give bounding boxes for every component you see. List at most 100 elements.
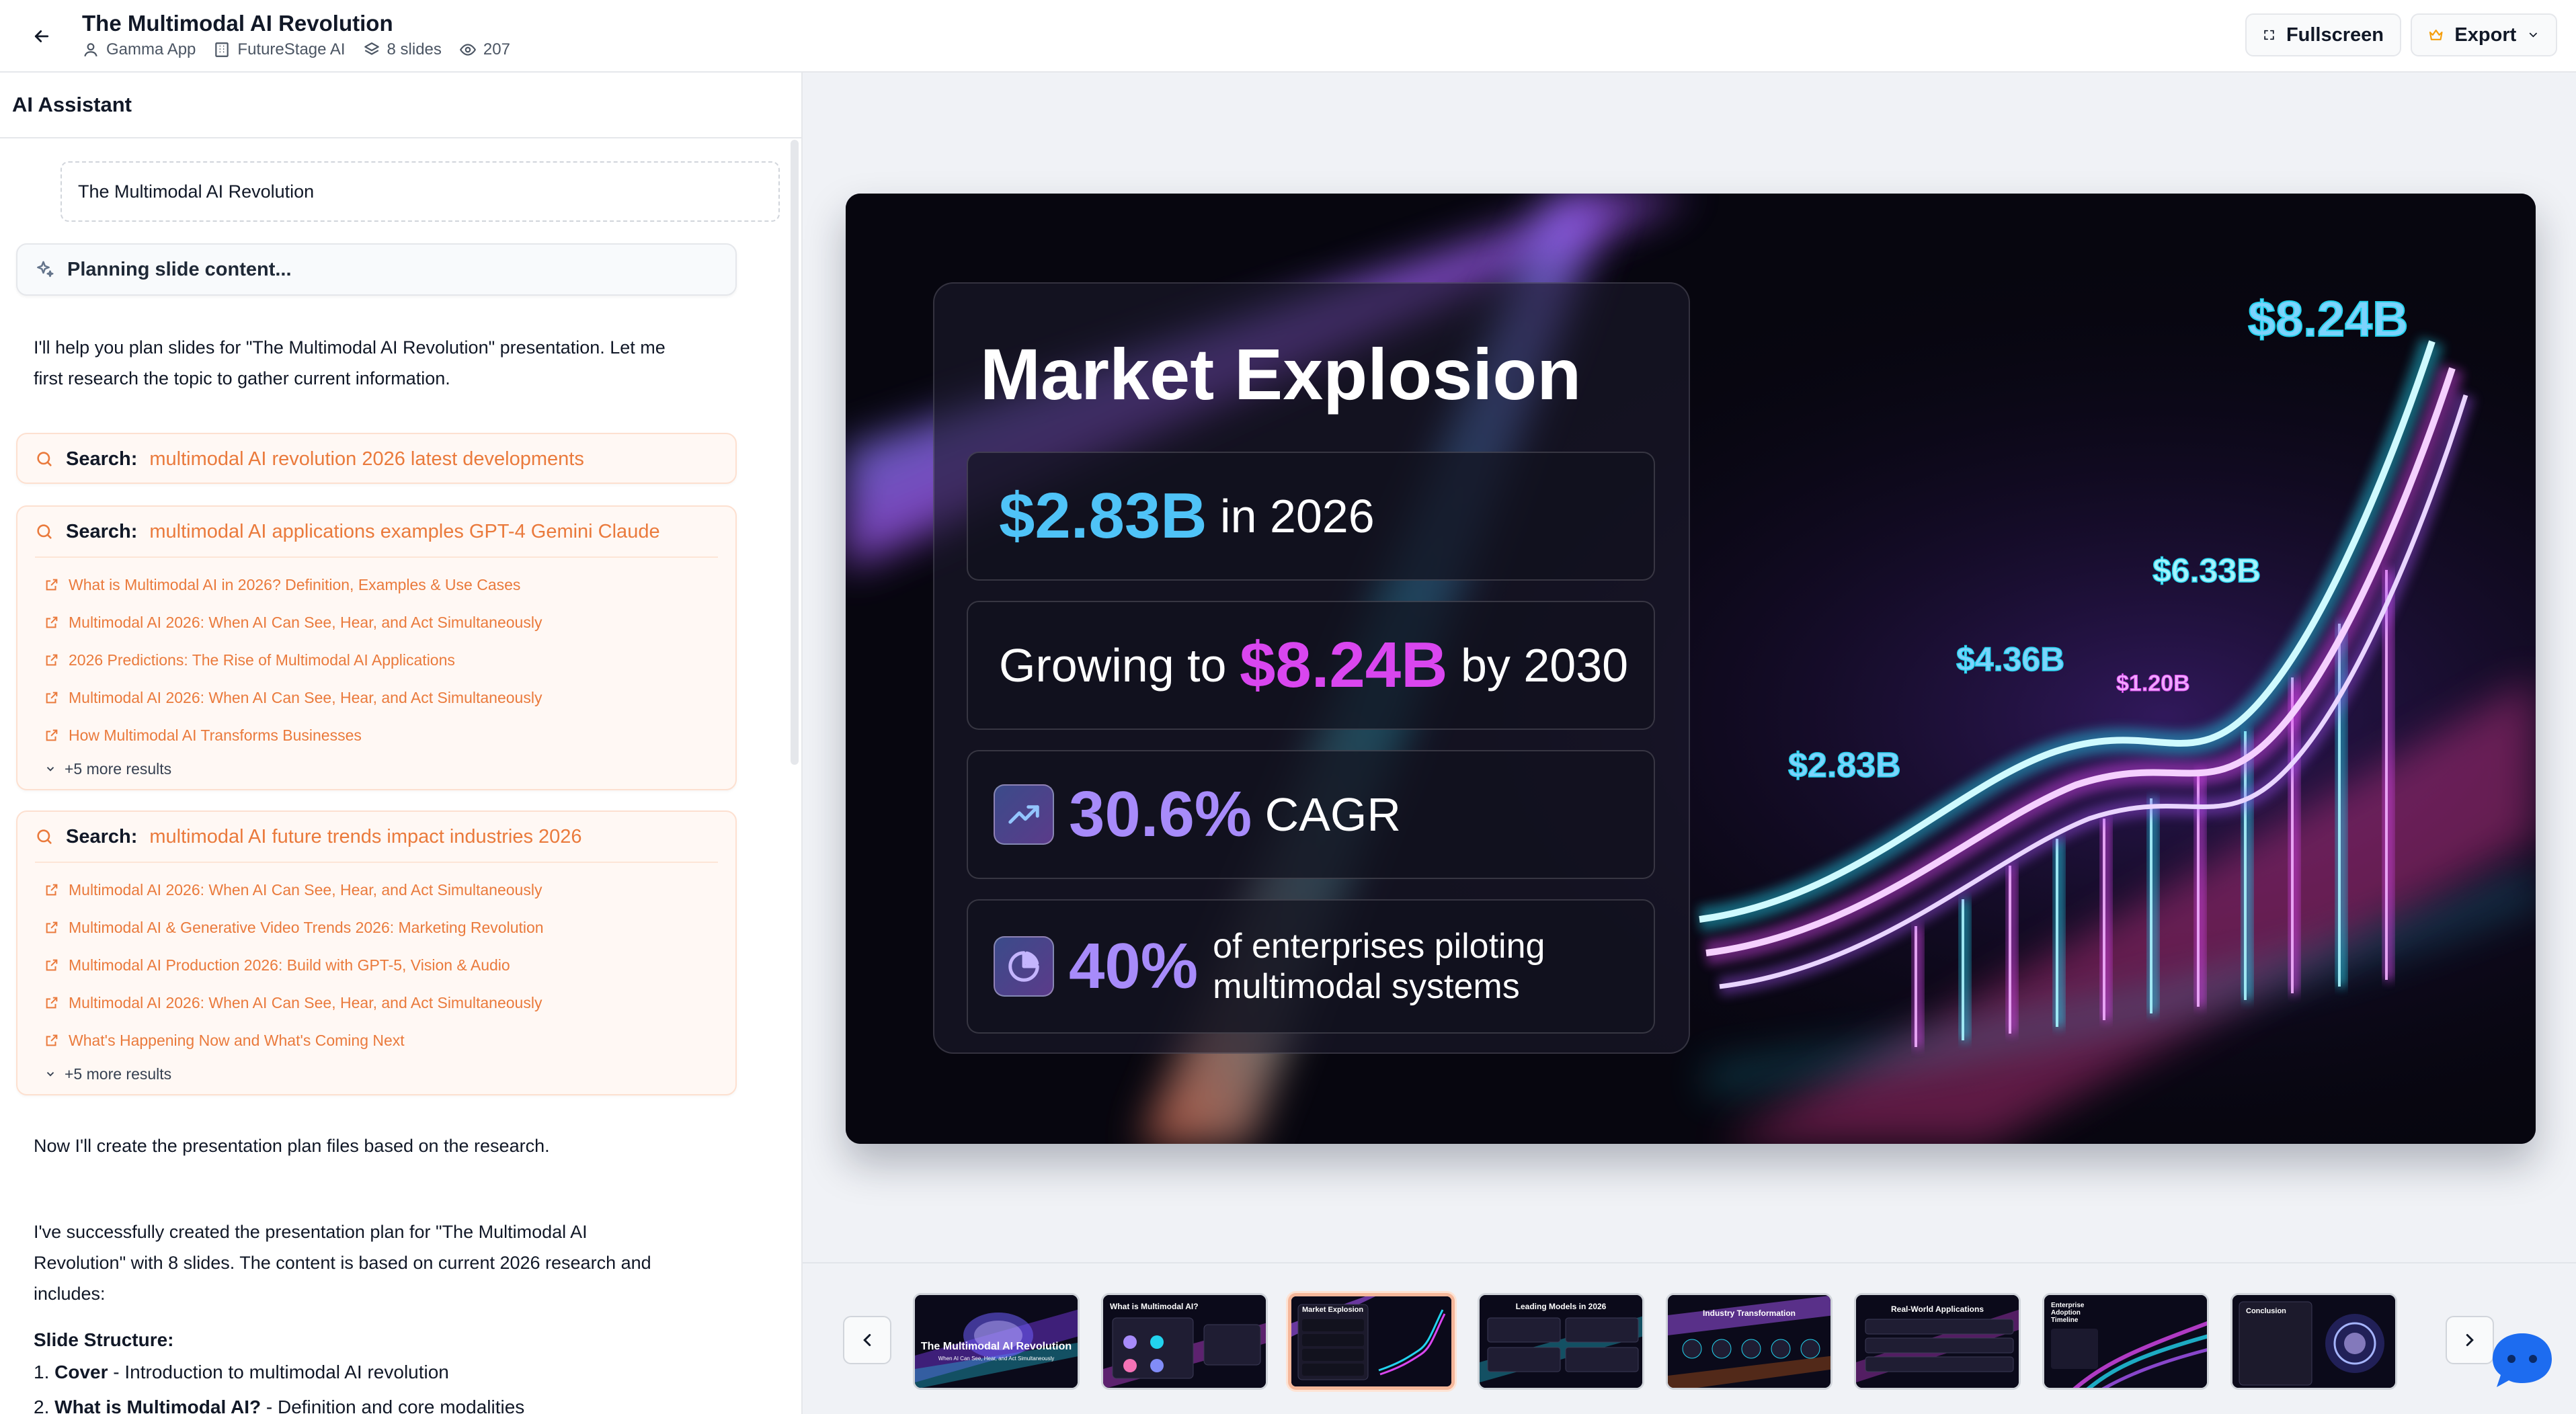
assistant-intro: I'll help you plan slides for "The Multi… bbox=[34, 332, 746, 394]
status-planning: Planning slide content... bbox=[16, 243, 737, 296]
result-title: Multimodal AI 2026: When AI Can See, Hea… bbox=[69, 688, 542, 706]
arrow-left-icon bbox=[34, 30, 49, 42]
pie-chart-icon bbox=[994, 936, 1054, 997]
meta-app-label: Gamma App bbox=[106, 40, 196, 58]
search-query: multimodal AI future trends impact indus… bbox=[149, 825, 582, 847]
stat-text: by 2030 bbox=[1447, 639, 1629, 692]
stat-value: $2.83B bbox=[999, 480, 1207, 552]
external-link-icon bbox=[46, 959, 58, 971]
search-result-link[interactable]: Multimodal AI Production 2026: Build wit… bbox=[17, 946, 735, 984]
structure-item-name: Cover bbox=[54, 1362, 108, 1382]
more-results-label: +5 more results bbox=[65, 759, 172, 778]
fullscreen-button[interactable]: Fullscreen bbox=[2245, 13, 2401, 56]
thumbnail-title: Industry Transformation bbox=[1702, 1308, 1796, 1318]
assistant-title: AI Assistant bbox=[12, 93, 132, 116]
search-result-link[interactable]: Multimodal AI 2026: When AI Can See, Hea… bbox=[17, 679, 735, 716]
thumbnail-slide-2[interactable]: What is Multimodal AI? bbox=[1101, 1293, 1268, 1390]
building-icon bbox=[215, 42, 229, 57]
meta-company-label: FutureStage AI bbox=[237, 40, 346, 58]
chevron-left-icon bbox=[863, 1334, 871, 1346]
fullscreen-label: Fullscreen bbox=[2286, 24, 2384, 46]
success-line-1: I've successfully created the presentati… bbox=[34, 1222, 588, 1242]
result-title: Multimodal AI 2026: When AI Can See, Hea… bbox=[69, 880, 542, 899]
stat-text: Growing to bbox=[999, 639, 1240, 692]
thumbnail-slide-6[interactable]: Real-World Applications bbox=[1854, 1293, 2021, 1390]
thumbnail-title: Market Explosion bbox=[1302, 1306, 1364, 1314]
search-result-link[interactable]: Multimodal AI & Generative Video Trends … bbox=[17, 909, 735, 946]
search-prefix: Search: bbox=[66, 448, 138, 470]
chat-scrollbar[interactable] bbox=[791, 140, 799, 765]
search-icon bbox=[37, 829, 52, 844]
panel-divider bbox=[0, 137, 801, 138]
search-card-3[interactable]: Search: multimodal AI future trends impa… bbox=[16, 810, 737, 1095]
search-icon bbox=[37, 452, 52, 466]
current-slide[interactable]: $2.83B $4.36B $1.20B $6.33B $8.24B Marke… bbox=[846, 194, 2536, 1144]
thumbnail-title: What is Multimodal AI? bbox=[1110, 1302, 1199, 1311]
external-link-icon bbox=[46, 579, 58, 591]
thumbnail-slide-8[interactable]: Conclusion bbox=[2230, 1293, 2397, 1390]
stat-text: of enterprises piloting multimodal syste… bbox=[1213, 926, 1545, 1007]
search-divider bbox=[35, 862, 718, 863]
back-button[interactable] bbox=[24, 19, 59, 54]
stat-text-line-1: of enterprises piloting bbox=[1213, 927, 1545, 966]
layers-icon bbox=[364, 42, 379, 55]
more-results-toggle[interactable]: +5 more results bbox=[17, 1059, 735, 1089]
search-query: multimodal AI revolution 2026 latest dev… bbox=[149, 448, 584, 470]
search-result-link[interactable]: What's Happening Now and What's Coming N… bbox=[17, 1022, 735, 1059]
stat-card-market-size: $2.83B in 2026 bbox=[967, 452, 1655, 581]
sparkles-icon bbox=[37, 261, 54, 278]
thumbnail-title: Conclusion bbox=[2246, 1307, 2286, 1315]
structure-item-desc: - Introduction to multimodal AI revoluti… bbox=[108, 1362, 449, 1382]
search-result-link[interactable]: Multimodal AI 2026: When AI Can See, Hea… bbox=[17, 604, 735, 641]
thumbnail-slide-4[interactable]: Leading Models in 2026 bbox=[1478, 1293, 1644, 1390]
search-header: Search: multimodal AI revolution 2026 la… bbox=[17, 434, 735, 484]
search-header: Search: multimodal AI applications examp… bbox=[17, 507, 735, 556]
chat-bubble-button[interactable] bbox=[2487, 1324, 2557, 1394]
meta-slides: 8 slides bbox=[363, 40, 442, 59]
more-results-toggle[interactable]: +5 more results bbox=[17, 754, 735, 784]
previous-slide-button[interactable] bbox=[843, 1316, 891, 1364]
export-label: Export bbox=[2454, 24, 2517, 46]
search-prefix: Search: bbox=[66, 520, 138, 542]
chevron-down-icon bbox=[46, 1072, 54, 1077]
thumbnail-slide-1[interactable]: The Multimodal AI Revolution When AI Can… bbox=[913, 1293, 1080, 1390]
thumbnail-slide-7[interactable]: Enterprise Adoption Timeline bbox=[2042, 1293, 2209, 1390]
result-title: Multimodal AI & Generative Video Trends … bbox=[69, 918, 544, 936]
structure-item-name: What is Multimodal AI? bbox=[54, 1397, 261, 1414]
result-title: What's Happening Now and What's Coming N… bbox=[69, 1031, 405, 1049]
search-result-link[interactable]: Multimodal AI 2026: When AI Can See, Hea… bbox=[17, 984, 735, 1022]
export-button[interactable]: Export bbox=[2411, 13, 2557, 56]
search-result-link[interactable]: 2026 Predictions: The Rise of Multimodal… bbox=[17, 641, 735, 679]
thumbnail-slide-3-active[interactable]: Market Explosion bbox=[1288, 1293, 1455, 1390]
thumbnail-title: Enterprise Adoption Timeline bbox=[2051, 1302, 2085, 1324]
chevron-down-icon bbox=[46, 767, 54, 772]
stat-text: CAGR bbox=[1252, 788, 1401, 841]
stat-card-growth: Growing to $8.24B by 2030 bbox=[967, 601, 1655, 730]
search-result-link[interactable]: What is Multimodal AI in 2026? Definitio… bbox=[17, 566, 735, 604]
status-label: Planning slide content... bbox=[67, 258, 292, 280]
search-card-2[interactable]: Search: multimodal AI applications examp… bbox=[16, 505, 737, 790]
chart-label-2-83b: $2.83B bbox=[1788, 746, 1901, 785]
stat-value: $8.24B bbox=[1239, 629, 1448, 701]
search-card-1[interactable]: Search: multimodal AI revolution 2026 la… bbox=[16, 433, 737, 484]
chart-label-1-20b: $1.20B bbox=[2116, 671, 2190, 696]
stat-card-cagr: 30.6% CAGR bbox=[967, 750, 1655, 879]
meta-company: FutureStage AI bbox=[213, 40, 346, 59]
result-title: What is Multimodal AI in 2026? Definitio… bbox=[69, 575, 521, 593]
thumbnail-title: Leading Models in 2026 bbox=[1515, 1302, 1607, 1311]
intro-line-1: I'll help you plan slides for "The Multi… bbox=[34, 337, 666, 358]
stat-value: 30.6% bbox=[1069, 778, 1252, 850]
search-query: multimodal AI applications examples GPT-… bbox=[149, 520, 660, 542]
eye-icon bbox=[459, 44, 476, 56]
assistant-plan-message: Now I'll create the presentation plan fi… bbox=[34, 1136, 550, 1156]
external-link-icon bbox=[46, 884, 58, 896]
search-header: Search: multimodal AI future trends impa… bbox=[17, 812, 735, 862]
search-result-link[interactable]: How Multimodal AI Transforms Businesses bbox=[17, 716, 735, 754]
intro-line-2: first research the topic to gather curre… bbox=[34, 368, 450, 388]
page-title: The Multimodal AI Revolution bbox=[82, 11, 393, 36]
search-result-link[interactable]: Multimodal AI 2026: When AI Can See, Hea… bbox=[17, 871, 735, 909]
thumbnail-slide-5[interactable]: Industry Transformation bbox=[1666, 1293, 1833, 1390]
structure-item: 2. What is Multimodal AI? - Definition a… bbox=[34, 1397, 524, 1414]
meta-slides-label: 8 slides bbox=[387, 40, 442, 58]
external-link-icon bbox=[46, 729, 58, 741]
